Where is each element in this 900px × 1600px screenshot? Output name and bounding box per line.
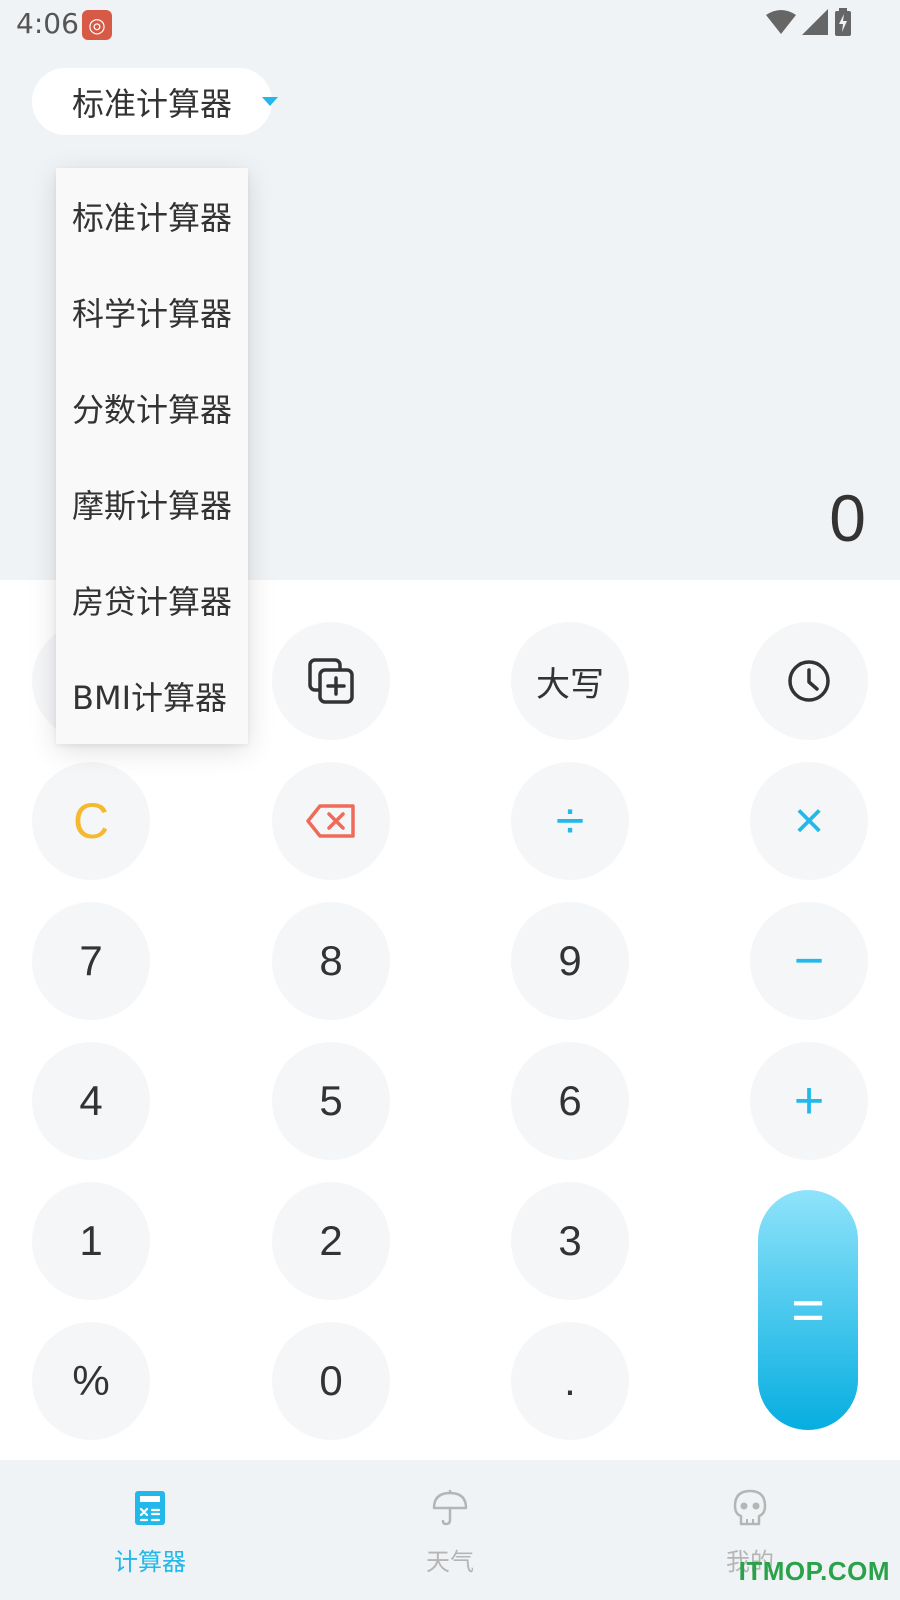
history-button[interactable] xyxy=(750,622,868,740)
digit-7-button[interactable]: 7 xyxy=(32,902,150,1020)
menu-item-bmi[interactable]: BMI计算器 xyxy=(56,648,248,744)
digit-9-button[interactable]: 9 xyxy=(511,902,629,1020)
copy-button[interactable] xyxy=(272,622,390,740)
status-bar: 4:06 ◎ xyxy=(0,0,900,50)
digit-3-button[interactable]: 3 xyxy=(511,1182,629,1300)
decimal-point-button[interactable]: . xyxy=(511,1322,629,1440)
menu-item-scientific[interactable]: 科学计算器 xyxy=(56,264,248,360)
multiply-button[interactable]: × xyxy=(750,762,868,880)
digit-4-button[interactable]: 4 xyxy=(32,1042,150,1160)
digit-8-button[interactable]: 8 xyxy=(272,902,390,1020)
divide-button[interactable]: ÷ xyxy=(511,762,629,880)
menu-item-standard[interactable]: 标准计算器 xyxy=(56,168,248,264)
nav-item-weather[interactable]: 天气 xyxy=(300,1460,600,1600)
status-time: 4:06 xyxy=(16,7,79,40)
app-notification-icon: ◎ xyxy=(82,10,112,40)
watermark: ITMOP.COM xyxy=(738,1556,890,1586)
calculator-icon xyxy=(135,1491,165,1525)
digit-1-button[interactable]: 1 xyxy=(32,1182,150,1300)
digit-5-button[interactable]: 5 xyxy=(272,1042,390,1160)
status-icons xyxy=(766,8,852,36)
menu-item-fraction[interactable]: 分数计算器 xyxy=(56,360,248,456)
calculator-type-menu: 标准计算器 科学计算器 分数计算器 摩斯计算器 房贷计算器 BMI计算器 xyxy=(56,168,248,744)
plus-button[interactable]: + xyxy=(750,1042,868,1160)
clock-icon xyxy=(788,660,830,702)
nav-label-calculator: 计算器 xyxy=(114,1548,186,1576)
nav-label-weather: 天气 xyxy=(426,1548,474,1576)
mode-selector-label: 标准计算器 xyxy=(72,84,233,123)
backspace-button[interactable] xyxy=(272,762,390,880)
digit-0-button[interactable]: 0 xyxy=(272,1322,390,1440)
clear-button[interactable]: C xyxy=(32,762,150,880)
menu-item-morse[interactable]: 摩斯计算器 xyxy=(56,456,248,552)
wifi-icon xyxy=(766,10,796,34)
nav-item-calculator[interactable]: 计算器 xyxy=(0,1460,300,1600)
umbrella-icon xyxy=(432,1489,468,1526)
uppercase-button[interactable]: 大写 xyxy=(511,622,629,740)
mode-selector[interactable]: 标准计算器 xyxy=(32,68,278,135)
backspace-icon xyxy=(306,804,355,838)
digit-6-button[interactable]: 6 xyxy=(511,1042,629,1160)
minus-button[interactable]: − xyxy=(750,902,868,1020)
signal-icon xyxy=(802,9,828,35)
skull-icon xyxy=(733,1489,767,1526)
caret-down-icon xyxy=(262,97,278,106)
copy-add-icon xyxy=(308,658,354,704)
percent-button[interactable]: % xyxy=(32,1322,150,1440)
equals-button[interactable]: = xyxy=(758,1190,858,1430)
battery-icon xyxy=(835,8,851,36)
digit-2-button[interactable]: 2 xyxy=(272,1182,390,1300)
display-value: 0 xyxy=(829,481,866,555)
menu-item-mortgage[interactable]: 房贷计算器 xyxy=(56,552,248,648)
